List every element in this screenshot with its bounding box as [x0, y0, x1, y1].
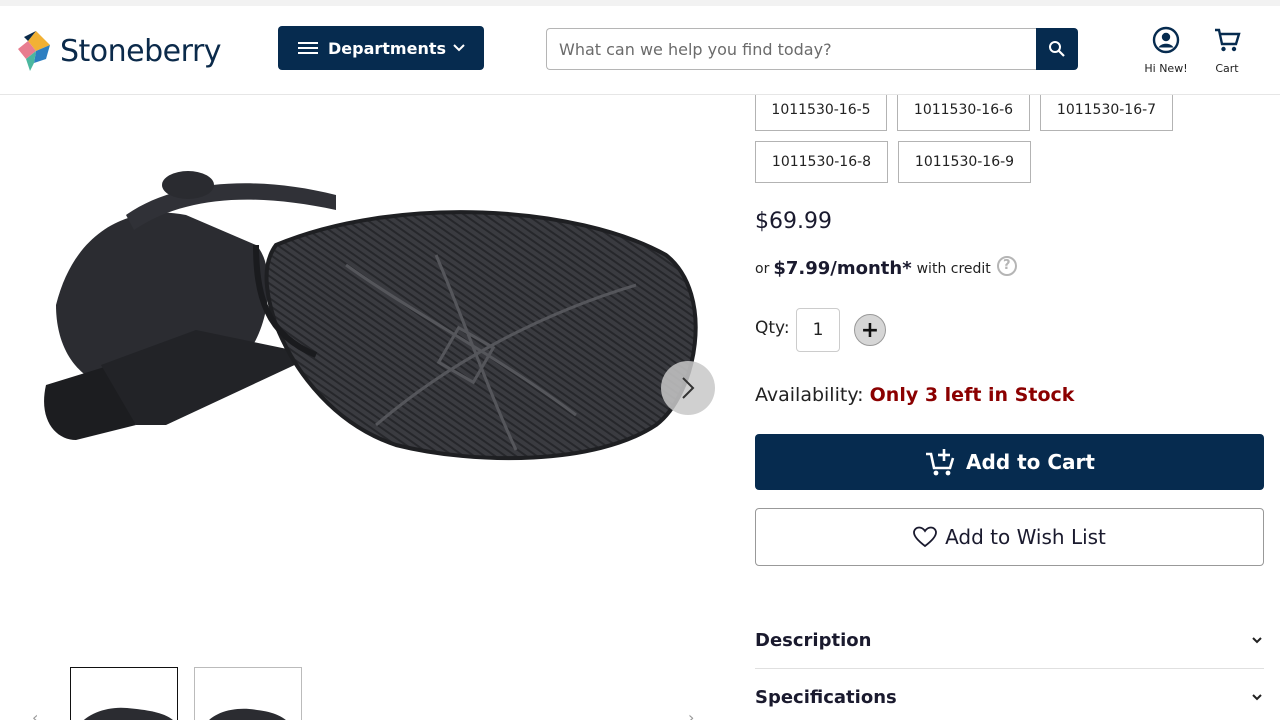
quantity-increase-button[interactable]: + [854, 314, 886, 346]
help-icon[interactable]: ? [996, 255, 1017, 276]
add-to-cart-button[interactable]: Add to Cart [755, 434, 1264, 490]
chevron-right-icon [682, 377, 695, 399]
logo-text: Stoneberry [60, 33, 222, 69]
thumb-next-icon[interactable]: › [688, 708, 694, 720]
add-to-wishlist-button[interactable]: Add to Wish List [755, 508, 1264, 566]
thumbnail-strip: ‹ › [16, 660, 720, 720]
stoneberry-logo[interactable]: Stoneberry [16, 29, 256, 73]
search-input[interactable] [546, 28, 1038, 70]
stock-status: Only 3 left in Stock [869, 384, 1075, 406]
account-link[interactable]: Hi New! [1138, 26, 1194, 82]
departments-button[interactable]: Departments [278, 26, 484, 70]
menu-icon [298, 42, 318, 54]
plus-icon: + [860, 317, 880, 343]
quantity-label: Qty: [755, 318, 790, 338]
availability-label: Availability: [755, 384, 864, 406]
cart-label: Cart [1215, 62, 1239, 75]
thumbnail-item[interactable] [194, 667, 302, 720]
add-to-cart-icon [926, 449, 955, 476]
search-button[interactable] [1036, 28, 1078, 70]
quantity-input[interactable] [796, 308, 840, 352]
sku-option[interactable]: 1011530-16-8 [755, 141, 888, 183]
accordion-specifications-title: Specifications [755, 686, 897, 708]
departments-label: Departments [328, 38, 447, 58]
logo-mark-icon [18, 31, 50, 71]
heart-icon [913, 526, 937, 548]
add-to-cart-label: Add to Cart [966, 450, 1095, 474]
shoe-sole-image [16, 95, 720, 635]
product-price: $69.99 [755, 209, 832, 234]
image-next-button[interactable] [661, 361, 715, 415]
availability: Availability: Only 3 left in Stock [755, 384, 1074, 406]
credit-offer: or $7.99/month* with credit ? [755, 255, 1017, 279]
thumbnail-image [209, 708, 286, 720]
monthly-payment: $7.99/month* [773, 258, 912, 279]
add-to-wishlist-label: Add to Wish List [945, 525, 1106, 549]
credit-suffix: with credit [916, 260, 991, 277]
account-label: Hi New! [1144, 62, 1188, 75]
sku-option[interactable]: 1011530-16-6 [897, 89, 1030, 131]
thumbnail-image [83, 707, 173, 720]
chevron-down-icon [453, 44, 465, 52]
accordion-description[interactable]: Description [755, 612, 1264, 668]
accordion-description-title: Description [755, 629, 872, 651]
chevron-down-icon [1252, 694, 1262, 701]
account-icon [1152, 26, 1180, 54]
thumb-prev-icon[interactable]: ‹ [32, 708, 38, 720]
site-header: Stoneberry Departments Hi New! [0, 6, 1280, 95]
chevron-down-icon [1252, 637, 1262, 644]
credit-prefix: or [755, 260, 770, 277]
sku-option[interactable]: 1011530-16-5 [755, 89, 887, 131]
cart-icon [1215, 28, 1241, 52]
search-bar [546, 28, 1078, 70]
product-image[interactable] [16, 95, 720, 635]
accordion-specifications[interactable]: Specifications [755, 669, 1264, 720]
search-icon [1049, 41, 1065, 57]
cart-link[interactable]: Cart [1206, 26, 1248, 82]
sku-option[interactable]: 1011530-16-7 [1040, 89, 1173, 131]
sku-option[interactable]: 1011530-16-9 [898, 141, 1031, 183]
thumbnail-item[interactable] [70, 667, 178, 720]
